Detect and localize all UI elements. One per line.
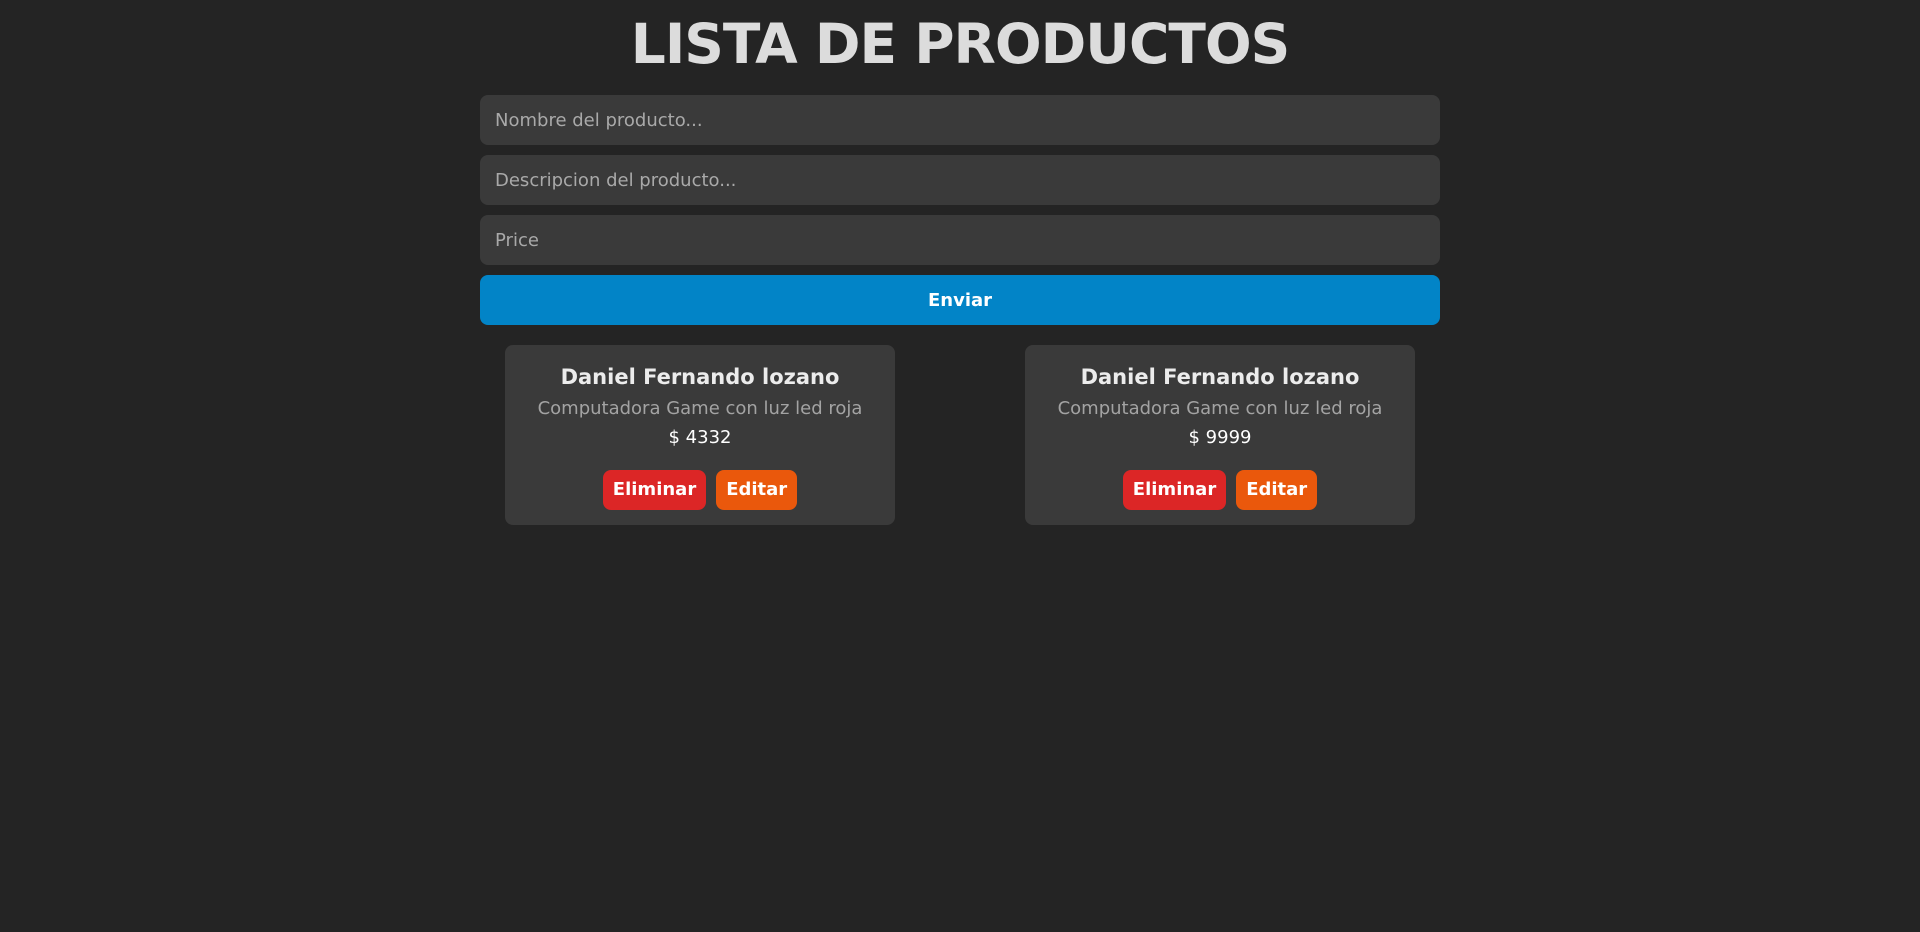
- product-card: Daniel Fernando lozano Computadora Game …: [1025, 345, 1415, 525]
- edit-button[interactable]: Editar: [1236, 470, 1318, 510]
- product-card: Daniel Fernando lozano Computadora Game …: [505, 345, 895, 525]
- product-title: Daniel Fernando lozano: [560, 365, 840, 389]
- page-title: LISTA DE PRODUCTOS: [630, 12, 1290, 76]
- submit-button[interactable]: Enviar: [480, 275, 1440, 325]
- delete-button[interactable]: Eliminar: [602, 470, 707, 510]
- product-price: $ 4332: [668, 427, 732, 448]
- product-actions: Eliminar Editar: [505, 470, 895, 510]
- page: LISTA DE PRODUCTOS Enviar Daniel Fernand…: [0, 0, 1920, 932]
- product-price: $ 9999: [1188, 427, 1252, 448]
- edit-button[interactable]: Editar: [716, 470, 798, 510]
- product-form: Enviar: [480, 95, 1440, 325]
- product-list: Daniel Fernando lozano Computadora Game …: [480, 345, 1520, 525]
- product-actions: Eliminar Editar: [1025, 470, 1415, 510]
- product-name-input[interactable]: [480, 95, 1440, 145]
- product-description: Computadora Game con luz led roja: [1057, 398, 1383, 419]
- product-description: Computadora Game con luz led roja: [537, 398, 863, 419]
- product-description-input[interactable]: [480, 155, 1440, 205]
- delete-button[interactable]: Eliminar: [1122, 470, 1227, 510]
- product-title: Daniel Fernando lozano: [1080, 365, 1360, 389]
- product-price-input[interactable]: [480, 215, 1440, 265]
